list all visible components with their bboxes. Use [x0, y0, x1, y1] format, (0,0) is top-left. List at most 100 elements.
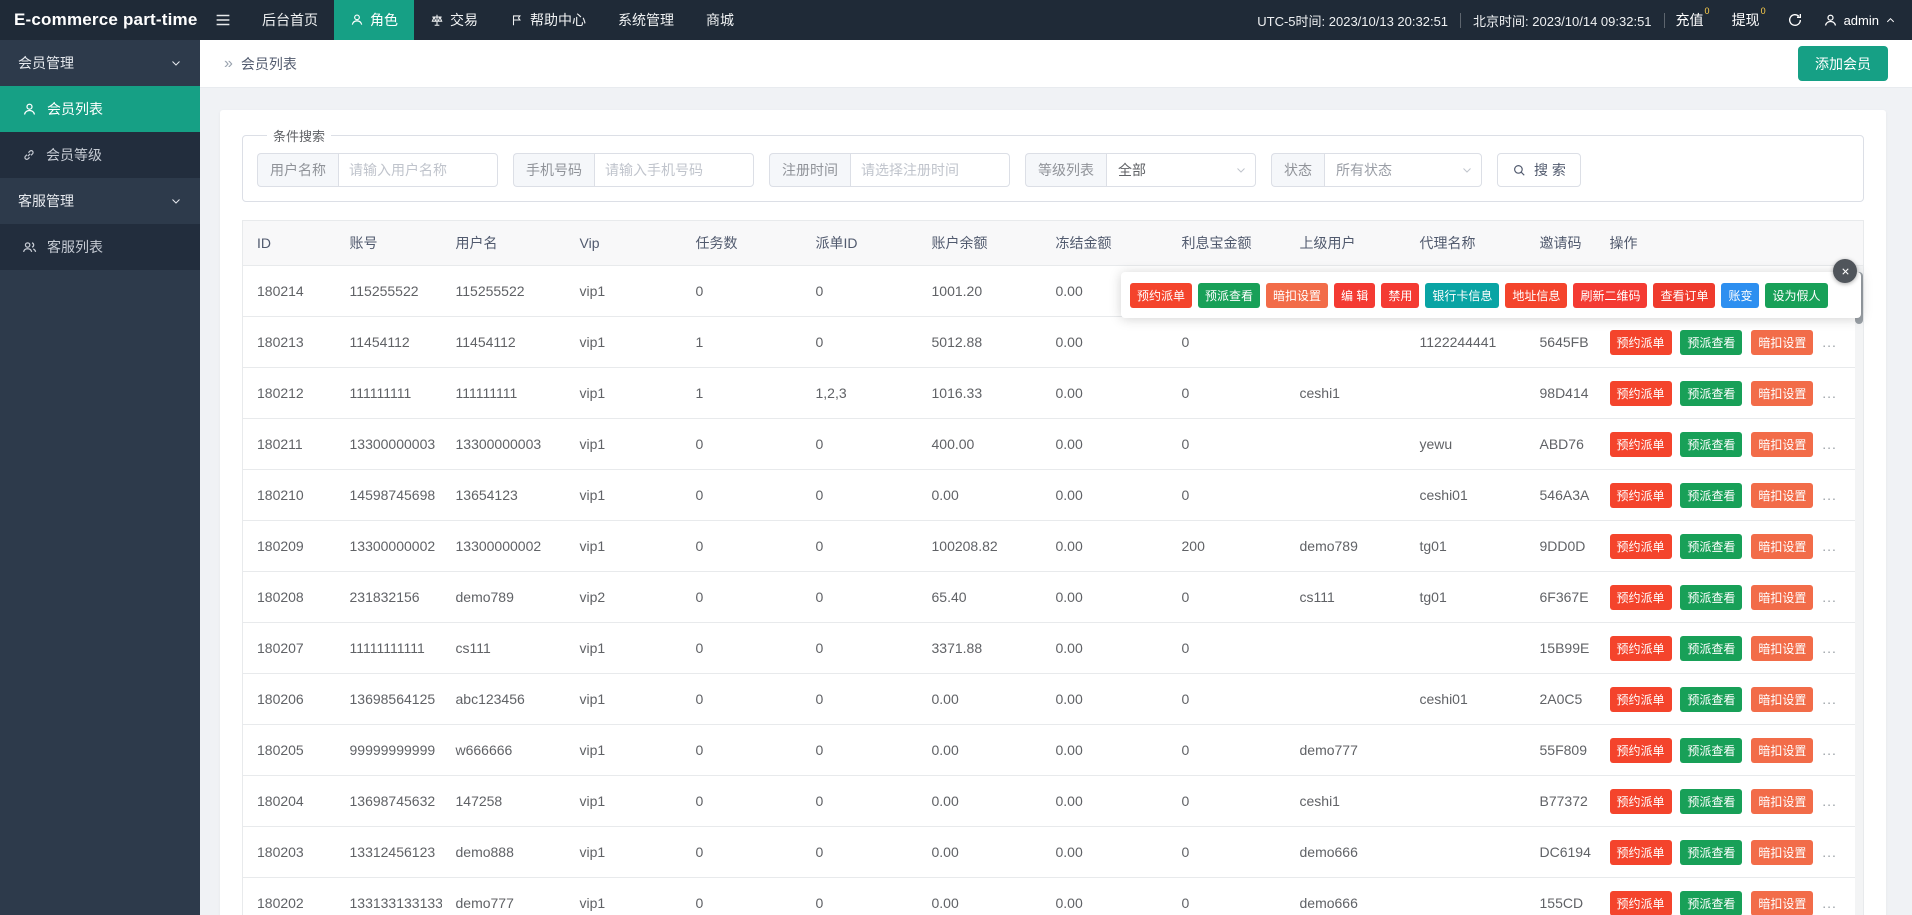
row-action-reserve-dispatch[interactable]: 预约派单 [1610, 738, 1672, 763]
nav-item-mall-label: 商城 [706, 10, 734, 30]
row-action-predispatch-view[interactable]: 预派查看 [1680, 381, 1742, 406]
table-row: 180207 11111111111 cs111 vip1 0 0 3371.8… [243, 623, 1864, 674]
row-action-reserve-dispatch[interactable]: 预约派单 [1610, 381, 1672, 406]
nav-item-help-center[interactable]: 帮助中心 [494, 0, 602, 40]
cell-username: demo777 [442, 878, 566, 915]
member-table-body: 180214 115255522 115255522 vip1 0 0 1001… [243, 266, 1864, 915]
row-action-hidden-deduction[interactable]: 暗扣设置 [1751, 534, 1813, 559]
sidebar-group-service-management[interactable]: 客服管理 [0, 178, 200, 224]
phone-filter-label: 手机号码 [513, 153, 594, 187]
row-action-hidden-deduction[interactable]: 暗扣设置 [1751, 483, 1813, 508]
row-action-predispatch-view[interactable]: 预派查看 [1680, 483, 1742, 508]
search-button[interactable]: 搜 索 [1497, 153, 1581, 187]
row-action-predispatch-view[interactable]: 预派查看 [1680, 840, 1742, 865]
row-more-actions[interactable]: ... [1822, 487, 1837, 503]
row-action-reserve-dispatch[interactable]: 预约派单 [1610, 789, 1672, 814]
nav-item-home[interactable]: 后台首页 [246, 0, 334, 40]
row-action-predispatch-view[interactable]: 预派查看 [1680, 330, 1742, 355]
row-action-predispatch-view[interactable]: 预派查看 [1680, 738, 1742, 763]
popup-action-disable[interactable]: 禁用 [1381, 283, 1419, 308]
row-more-actions[interactable]: ... [1822, 895, 1837, 911]
row-action-hidden-deduction[interactable]: 暗扣设置 [1751, 789, 1813, 814]
popup-action-address-info[interactable]: 地址信息 [1505, 283, 1567, 308]
row-action-predispatch-view[interactable]: 预派查看 [1680, 432, 1742, 457]
cell-balance: 0.00 [918, 776, 1042, 827]
refresh-icon[interactable] [1777, 12, 1813, 28]
row-more-actions[interactable]: ... [1822, 385, 1837, 401]
content-card: 条件搜索 用户名称 手机号码 注册时间 等级列表 [220, 110, 1886, 915]
popup-action-refresh-qrcode[interactable]: 刷新二维码 [1573, 283, 1647, 308]
row-action-reserve-dispatch[interactable]: 预约派单 [1610, 330, 1672, 355]
row-action-predispatch-view[interactable]: 预派查看 [1680, 585, 1742, 610]
recharge-link[interactable]: 充值0 [1665, 10, 1721, 30]
row-action-reserve-dispatch[interactable]: 预约派单 [1610, 534, 1672, 559]
row-action-predispatch-view[interactable]: 预派查看 [1680, 687, 1742, 712]
row-action-hidden-deduction[interactable]: 暗扣设置 [1751, 381, 1813, 406]
popup-action-reserve-dispatch[interactable]: 预约派单 [1130, 283, 1192, 308]
row-action-reserve-dispatch[interactable]: 预约派单 [1610, 636, 1672, 661]
row-more-actions[interactable]: ... [1822, 691, 1837, 707]
row-action-reserve-dispatch[interactable]: 预约派单 [1610, 840, 1672, 865]
cell-tasks: 0 [682, 419, 802, 470]
row-action-hidden-deduction[interactable]: 暗扣设置 [1751, 687, 1813, 712]
row-action-predispatch-view[interactable]: 预派查看 [1680, 891, 1742, 915]
row-more-actions[interactable]: ... [1822, 742, 1837, 758]
row-action-reserve-dispatch[interactable]: 预约派单 [1610, 687, 1672, 712]
row-action-reserve-dispatch[interactable]: 预约派单 [1610, 891, 1672, 915]
cell-agent-name [1406, 368, 1526, 419]
regtime-input[interactable] [850, 153, 1010, 187]
username-label: admin [1844, 13, 1879, 28]
row-action-hidden-deduction[interactable]: 暗扣设置 [1751, 432, 1813, 457]
popup-action-bank-card-info[interactable]: 银行卡信息 [1425, 283, 1499, 308]
sidebar-group-member-management[interactable]: 会员管理 [0, 40, 200, 86]
row-action-reserve-dispatch[interactable]: 预约派单 [1610, 483, 1672, 508]
phone-input[interactable] [594, 153, 754, 187]
row-action-hidden-deduction[interactable]: 暗扣设置 [1751, 330, 1813, 355]
level-select[interactable]: 全部 [1106, 153, 1256, 187]
sidebar-item-member-level[interactable]: 会员等级 [0, 132, 200, 178]
row-action-hidden-deduction[interactable]: 暗扣设置 [1751, 636, 1813, 661]
row-action-hidden-deduction[interactable]: 暗扣设置 [1751, 738, 1813, 763]
withdraw-link[interactable]: 提现0 [1721, 10, 1777, 30]
row-more-actions[interactable]: ... [1822, 640, 1837, 656]
popup-action-view-orders[interactable]: 查看订单 [1653, 283, 1715, 308]
nav-item-system[interactable]: 系统管理 [602, 0, 690, 40]
user-menu[interactable]: admin [1813, 13, 1900, 28]
add-member-button[interactable]: 添加会员 [1798, 46, 1888, 81]
username-input[interactable] [338, 153, 498, 187]
status-select[interactable]: 所有状态 [1324, 153, 1482, 187]
cell-id: 180212 [243, 368, 336, 419]
recharge-label: 充值 [1676, 12, 1704, 28]
popup-action-edit[interactable]: 编 辑 [1334, 283, 1375, 308]
row-action-hidden-deduction[interactable]: 暗扣设置 [1751, 840, 1813, 865]
popup-action-predispatch-view[interactable]: 预派查看 [1198, 283, 1260, 308]
sidebar-item-member-list[interactable]: 会员列表 [0, 86, 200, 132]
row-action-predispatch-view[interactable]: 预派查看 [1680, 636, 1742, 661]
row-more-actions[interactable]: ... [1822, 793, 1837, 809]
row-more-actions[interactable]: ... [1822, 436, 1837, 452]
hamburger-icon[interactable] [200, 0, 246, 40]
row-action-predispatch-view[interactable]: 预派查看 [1680, 789, 1742, 814]
nav-item-trade[interactable]: 交易 [414, 0, 494, 40]
person-icon [1823, 13, 1838, 28]
row-action-reserve-dispatch[interactable]: 预约派单 [1610, 585, 1672, 610]
row-more-actions[interactable]: ... [1822, 844, 1837, 860]
row-more-actions[interactable]: ... [1822, 334, 1837, 350]
row-more-actions[interactable]: ... [1822, 538, 1837, 554]
status-filter: 状态 所有状态 [1271, 153, 1482, 187]
row-action-reserve-dispatch[interactable]: 预约派单 [1610, 432, 1672, 457]
close-icon[interactable] [1833, 259, 1857, 283]
popup-action-balance-change[interactable]: 账变 [1721, 283, 1759, 308]
row-action-hidden-deduction[interactable]: 暗扣设置 [1751, 891, 1813, 915]
popup-action-hidden-deduction-setting[interactable]: 暗扣设置 [1266, 283, 1328, 308]
app-logo: E-commerce part-time [0, 0, 200, 40]
sidebar-item-label: 会员等级 [46, 145, 102, 165]
sidebar-item-service-list[interactable]: 客服列表 [0, 224, 200, 270]
search-icon [1512, 163, 1526, 177]
nav-item-role[interactable]: 角色 [334, 0, 414, 40]
nav-item-mall[interactable]: 商城 [690, 0, 750, 40]
row-more-actions[interactable]: ... [1822, 589, 1837, 605]
row-action-hidden-deduction[interactable]: 暗扣设置 [1751, 585, 1813, 610]
popup-action-set-as-dummy[interactable]: 设为假人 [1765, 283, 1827, 308]
row-action-predispatch-view[interactable]: 预派查看 [1680, 534, 1742, 559]
